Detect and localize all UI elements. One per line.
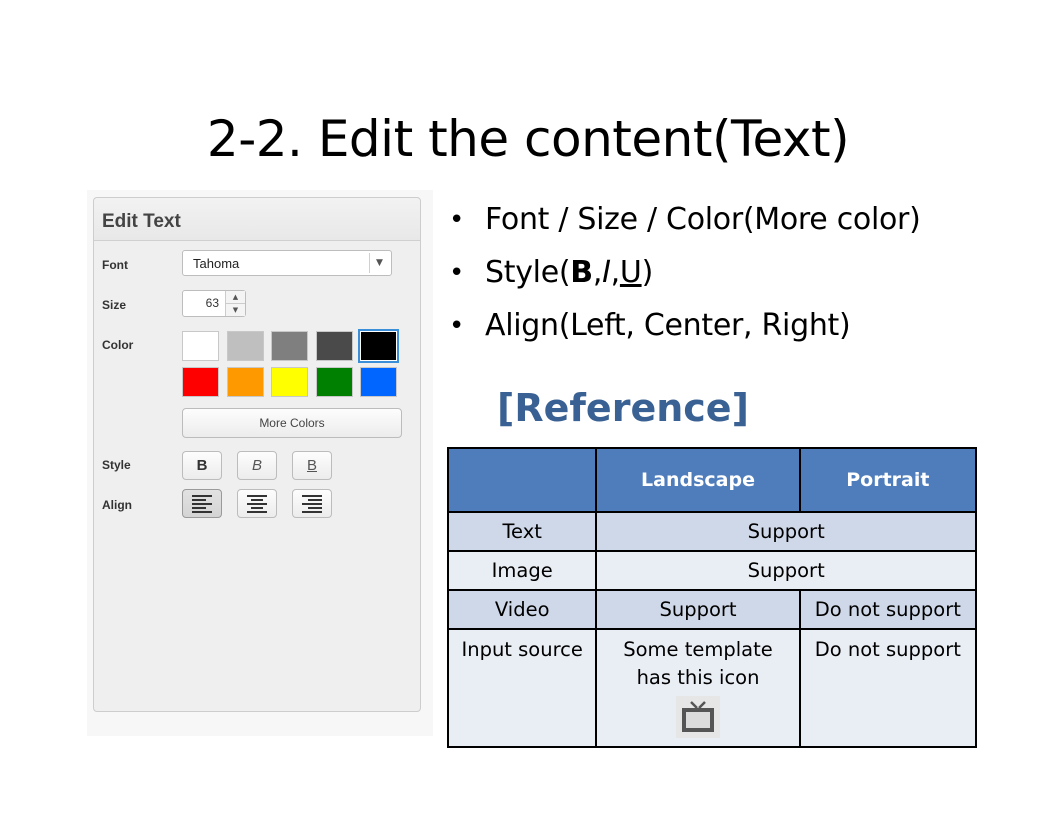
bullet-separator: , xyxy=(592,255,603,290)
edit-text-panel-area: Edit Text Font Tahoma ▼ Size 63 ▲ ▼ Colo… xyxy=(87,190,433,736)
bullet-text: Font / Size / Color(More color) xyxy=(485,202,921,237)
bullet-icon: • xyxy=(449,258,465,288)
bullet-text: Align(Left, Center, Right) xyxy=(485,308,851,343)
table-row: Text Support xyxy=(446,511,977,552)
font-select[interactable]: Tahoma ▼ xyxy=(182,250,392,276)
more-colors-button[interactable]: More Colors xyxy=(182,408,402,438)
bullet-suffix: ) xyxy=(641,255,654,290)
align-center-icon xyxy=(247,495,267,515)
tv-icon xyxy=(676,696,721,746)
underline-button[interactable]: B xyxy=(292,451,332,480)
align-center-button[interactable] xyxy=(237,489,277,518)
font-select-value: Tahoma xyxy=(193,256,240,271)
color-swatch[interactable] xyxy=(182,331,219,361)
table-header-cell xyxy=(446,447,598,513)
bullet-separator: , xyxy=(610,255,621,290)
edit-text-panel: Edit Text Font Tahoma ▼ Size 63 ▲ ▼ Colo… xyxy=(93,197,421,712)
table-cell: Support xyxy=(595,589,801,630)
color-swatch[interactable] xyxy=(182,367,219,397)
table-header-cell: Landscape xyxy=(595,447,801,513)
color-swatch[interactable] xyxy=(271,367,308,397)
table-cell: Input source xyxy=(446,628,598,748)
font-label: Font xyxy=(102,258,128,272)
align-right-icon xyxy=(302,495,322,515)
table-cell: Video xyxy=(446,589,598,630)
bullet-icon: • xyxy=(449,311,465,341)
reference-heading: [Reference] xyxy=(497,386,749,430)
align-left-icon xyxy=(192,495,212,515)
size-stepper[interactable]: 63 ▲ ▼ xyxy=(182,290,246,317)
spin-down-icon[interactable]: ▼ xyxy=(226,304,245,316)
color-swatch[interactable] xyxy=(226,367,264,397)
color-swatch[interactable] xyxy=(360,367,397,397)
color-swatch[interactable] xyxy=(271,331,308,361)
color-label: Color xyxy=(102,338,134,352)
reference-table: Landscape Portrait Text Support Image Su… xyxy=(446,447,978,748)
feature-bullets: • Font / Size / Color(More color) • Styl… xyxy=(447,196,1047,355)
size-spinner[interactable]: ▲ ▼ xyxy=(225,291,245,316)
table-row: Image Support xyxy=(446,550,977,591)
table-row: Input source Some template has this icon… xyxy=(446,628,978,748)
bullet-italic-letter: I xyxy=(602,255,611,290)
align-label: Align xyxy=(102,498,132,512)
bullet-style: • Style(B,I,U) xyxy=(447,249,1047,302)
panel-header: Edit Text xyxy=(94,198,420,241)
bullet-underline-letter: U xyxy=(619,255,642,290)
bullet-font-size-color: • Font / Size / Color(More color) xyxy=(447,196,1047,249)
size-label: Size xyxy=(102,298,127,312)
table-cell: Image xyxy=(446,550,598,591)
color-swatch[interactable] xyxy=(315,331,353,361)
table-cell: Support xyxy=(595,550,977,591)
color-swatch[interactable] xyxy=(226,331,264,361)
table-cell: Some template has this icon xyxy=(595,628,801,748)
bullet-bold-letter: B xyxy=(570,255,593,290)
italic-button[interactable]: B xyxy=(237,451,277,480)
color-swatch[interactable] xyxy=(315,367,353,397)
size-value: 63 xyxy=(205,296,219,310)
table-cell: Do not support xyxy=(798,628,978,748)
cell-line: Some template xyxy=(623,638,773,661)
style-label: Style xyxy=(102,458,131,472)
bold-button[interactable]: B xyxy=(182,451,222,480)
table-cell: Support xyxy=(595,511,977,552)
spin-up-icon[interactable]: ▲ xyxy=(226,291,245,304)
cell-line: has this icon xyxy=(636,666,760,689)
chevron-down-icon[interactable]: ▼ xyxy=(369,253,389,273)
color-swatch[interactable] xyxy=(358,329,399,363)
table-row: Video Support Do not support xyxy=(446,589,978,630)
bullet-text: Style( xyxy=(485,255,571,290)
bullet-align: • Align(Left, Center, Right) xyxy=(447,302,1047,355)
table-cell: Text xyxy=(446,511,598,552)
table-header-cell: Portrait xyxy=(798,447,978,513)
table-header-row: Landscape Portrait xyxy=(446,447,978,513)
slide-title: 2-2. Edit the content(Text) xyxy=(206,110,850,168)
align-right-button[interactable] xyxy=(292,489,332,518)
table-cell: Do not support xyxy=(798,589,978,630)
align-left-button[interactable] xyxy=(182,489,222,518)
bullet-icon: • xyxy=(449,205,465,235)
